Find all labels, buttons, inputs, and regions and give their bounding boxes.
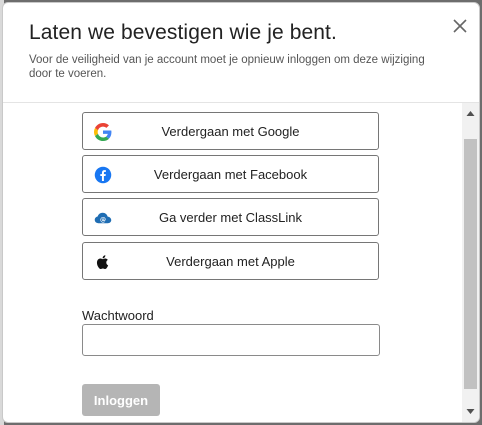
apple-button-label: Verdergaan met Apple [166, 254, 295, 269]
continue-with-classlink-button[interactable]: @ Ga verder met ClassLink [82, 198, 379, 236]
dialog-subtitle: Voor de veiligheid van je account moet j… [29, 54, 425, 80]
dialog-header: Laten we bevestigen wie je bent. Voor de… [3, 3, 479, 103]
triangle-down-icon [466, 409, 475, 414]
continue-with-facebook-button[interactable]: Verdergaan met Facebook [82, 155, 379, 193]
triangle-up-icon [466, 111, 475, 116]
close-icon [453, 19, 467, 33]
password-label: Wachtwoord [82, 308, 154, 323]
facebook-button-label: Verdergaan met Facebook [153, 167, 308, 182]
google-button-label: Verdergaan met Google [161, 124, 300, 139]
dialog-body: Verdergaan met Google Verdergaan met Fac… [3, 103, 462, 422]
dialog-title: Laten we bevestigen wie je bent. [29, 21, 337, 44]
scroll-up-button[interactable] [462, 105, 479, 122]
close-button[interactable] [449, 15, 471, 37]
scroll-down-button[interactable] [462, 403, 479, 420]
reauth-dialog: Laten we bevestigen wie je bent. Voor de… [2, 2, 480, 423]
password-input[interactable] [82, 324, 380, 356]
scrollbar-thumb[interactable] [464, 139, 477, 389]
login-button[interactable]: Inloggen [82, 384, 160, 416]
scrollbar[interactable] [462, 103, 479, 422]
continue-with-apple-button[interactable]: Verdergaan met Apple [82, 242, 379, 280]
classlink-button-label: Ga verder met ClassLink [158, 210, 303, 225]
continue-with-google-button[interactable]: Verdergaan met Google [82, 112, 379, 150]
